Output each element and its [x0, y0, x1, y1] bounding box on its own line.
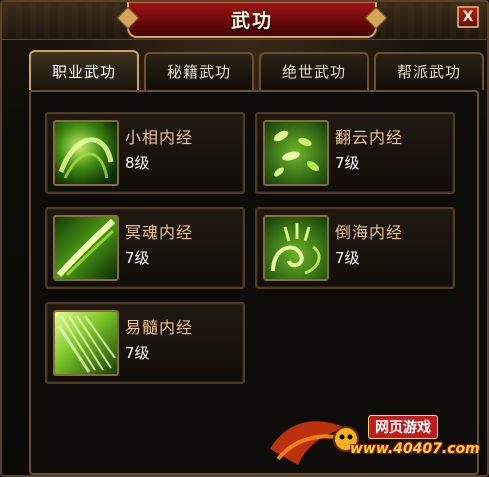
skill-card-daohai[interactable]: 倒海内经 7级	[255, 207, 455, 289]
watermark-url: www.40407.com	[350, 441, 480, 457]
watermark-site-label: 网页游戏	[368, 415, 438, 439]
close-button[interactable]: X	[457, 6, 479, 28]
title-plate: 武功	[127, 2, 377, 38]
skill-name: 翻云内经	[335, 128, 404, 147]
green-wave-icon	[263, 215, 329, 281]
skill-card-yisui[interactable]: 易髓内经 7级	[45, 302, 245, 384]
tab-secret-skills[interactable]: 秘籍武功	[144, 52, 254, 90]
skill-name: 易髓内经	[125, 318, 194, 337]
skill-name: 小相内经	[125, 128, 194, 147]
skill-level: 7级	[125, 249, 150, 267]
site-watermark: 网页游戏 www.40407.com	[268, 409, 483, 469]
tab-guild-skills[interactable]: 帮派武功	[374, 52, 484, 90]
window-title: 武功	[230, 9, 273, 32]
skill-level: 8级	[125, 154, 150, 172]
skill-level: 7级	[335, 249, 360, 267]
skill-card-minghun[interactable]: 冥魂内经 7级	[45, 207, 245, 289]
skill-name: 倒海内经	[335, 223, 404, 242]
skill-level: 7级	[335, 154, 360, 172]
skill-name: 冥魂内经	[125, 223, 194, 242]
skill-card-fanyun[interactable]: 翻云内经 7级	[255, 112, 455, 194]
tab-class-skills[interactable]: 职业武功	[29, 50, 139, 90]
tab-legendary-skills[interactable]: 绝世武功	[259, 52, 369, 90]
skill-level: 7级	[125, 344, 150, 362]
green-rays-icon	[53, 310, 119, 376]
tab-bar: 职业武功 秘籍武功 绝世武功 帮派武功	[29, 50, 484, 90]
green-leaves-icon	[263, 120, 329, 186]
skills-window: 武功 X 职业武功 秘籍武功 绝世武功 帮派武功 小相内经 8级 翻云内经 7级…	[0, 0, 489, 477]
green-swirl-icon	[53, 120, 119, 186]
skill-card-xiaoxiang[interactable]: 小相内经 8级	[45, 112, 245, 194]
green-slash-icon	[53, 215, 119, 281]
